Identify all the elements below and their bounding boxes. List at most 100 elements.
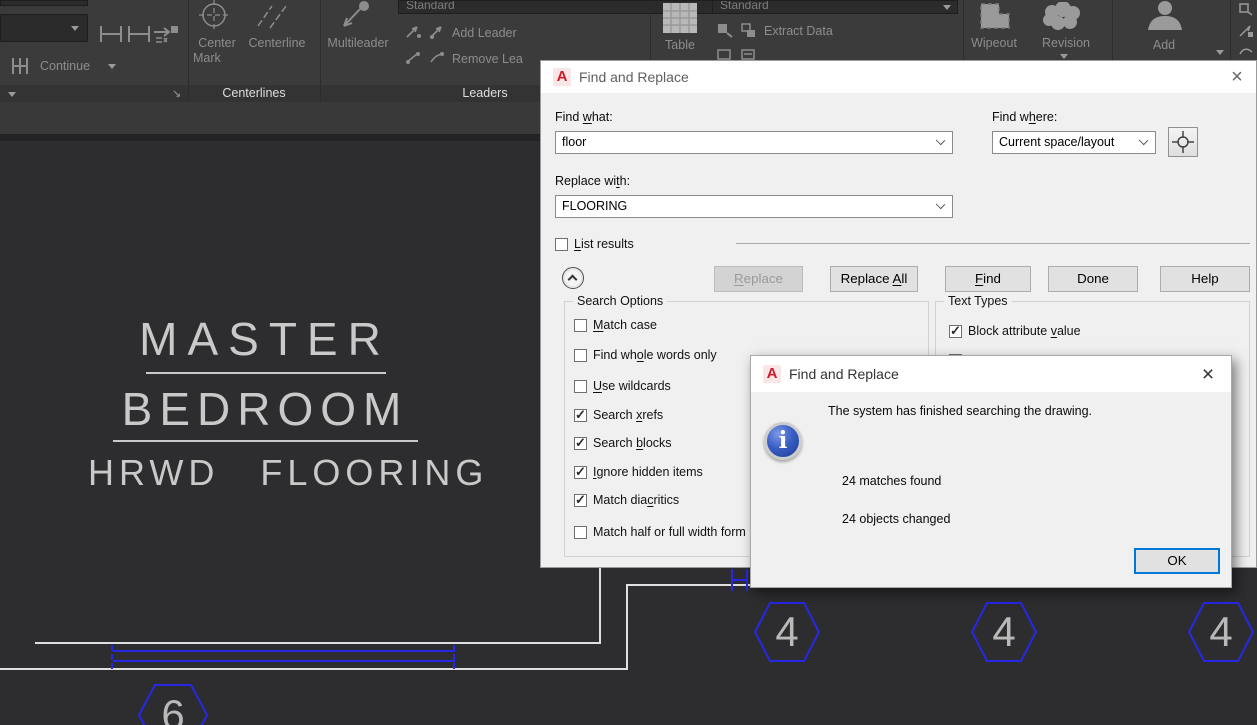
revision-cloud-icon[interactable] <box>1040 2 1084 32</box>
centerline-icon[interactable] <box>252 0 292 32</box>
center-mark-icon[interactable] <box>196 0 232 32</box>
extract-data-glyph-icon <box>716 22 734 38</box>
done-button[interactable]: Done <box>1048 266 1138 292</box>
keynote-hex-4c[interactable]: 4 <box>1188 602 1254 662</box>
wall-line <box>35 642 601 644</box>
objects-changed-text: 24 objects changed <box>842 512 950 526</box>
add-user-icon[interactable] <box>1144 0 1186 32</box>
revision-dropdown-icon[interactable] <box>1060 54 1068 59</box>
message-titlebar[interactable]: A Find and Replace × <box>751 356 1231 392</box>
keynote-hex-6[interactable]: 6 <box>138 684 208 725</box>
checkbox-icon <box>949 325 962 338</box>
checkbox-icon <box>574 319 587 332</box>
window-tick <box>111 645 113 669</box>
replace-all-button[interactable]: Replace All <box>830 266 918 292</box>
centerlines-panel-label: Centerlines <box>188 86 320 100</box>
find-replace-message-dialog: A Find and Replace × The system has fini… <box>750 355 1232 588</box>
add-leader-glyph-icon <box>404 24 422 40</box>
ok-button[interactable]: OK <box>1134 548 1220 574</box>
chevron-down-icon <box>71 26 79 31</box>
panel-dropdown-icon[interactable] <box>8 92 16 97</box>
remove-leader-glyph-icon <box>404 50 422 66</box>
link-data-icon[interactable] <box>740 48 758 60</box>
wall-line <box>626 584 628 670</box>
select-objects-button[interactable] <box>1168 127 1198 157</box>
markup-import-icon[interactable] <box>1238 2 1254 16</box>
chevron-down-icon <box>1139 136 1148 145</box>
window-symbol-line <box>731 579 748 581</box>
keynote-hex-4a[interactable]: 4 <box>754 602 820 662</box>
message-dialog-title: Find and Replace <box>789 366 899 382</box>
extract-data-button[interactable]: Extract Data <box>764 24 833 38</box>
find-where-label: Find where: <box>992 110 1057 124</box>
chevron-up-icon <box>568 275 578 285</box>
wall-line <box>0 668 628 670</box>
cad-underline-bedroom <box>113 440 418 442</box>
dim-layer-combo[interactable] <box>0 14 88 42</box>
checkbox-icon <box>574 349 587 362</box>
revision-cloud-button[interactable]: Revision <box>1032 36 1100 51</box>
window-line <box>113 660 455 662</box>
panel-expand-icon[interactable]: ↘ <box>172 87 181 100</box>
continue-button[interactable]: Continue <box>40 59 90 73</box>
replace-with-label: Replace with: <box>555 174 630 188</box>
table-style-combo[interactable]: Standard <box>712 0 958 14</box>
message-text: The system has finished searching the dr… <box>828 404 1092 418</box>
centerline-button[interactable]: Centerline <box>244 36 310 51</box>
cad-text-bedroom[interactable]: BEDROOM <box>100 382 430 436</box>
autocad-logo-icon: A <box>553 68 571 86</box>
checkbox-icon <box>555 238 568 251</box>
dim-baseline-icon[interactable] <box>126 22 152 46</box>
remove-leader-button[interactable]: Remove Lea <box>452 52 523 66</box>
dialog-title: Find and Replace <box>579 69 689 85</box>
checkbox-icon <box>574 494 587 507</box>
add-dropdown-icon[interactable] <box>1216 50 1224 55</box>
cad-text-hrwd-flooring[interactable]: HRWD FLOORING <box>88 452 448 494</box>
find-what-label: Find what: <box>555 110 613 124</box>
find-where-combo[interactable]: Current space/layout <box>992 131 1156 154</box>
cad-underline-master <box>146 372 386 374</box>
close-icon[interactable]: × <box>1195 363 1221 387</box>
wipeout-icon[interactable] <box>975 0 1015 32</box>
dim-update-icon[interactable] <box>152 22 180 46</box>
separator-line <box>736 243 1250 244</box>
replace-button[interactable]: Replace <box>714 266 803 292</box>
table-icon[interactable] <box>662 2 698 34</box>
keynote-hex-4b[interactable]: 4 <box>971 602 1037 662</box>
trace-icon[interactable] <box>1238 46 1254 58</box>
dim-style-combo-top[interactable] <box>0 0 88 6</box>
add-leader-icon[interactable] <box>428 24 446 40</box>
wipeout-button[interactable]: Wipeout <box>962 36 1026 51</box>
replace-with-combo[interactable]: FLOORING <box>555 195 953 218</box>
text-types-legend: Text Types <box>944 294 1012 308</box>
find-replace-titlebar[interactable]: A Find and Replace × <box>541 61 1256 93</box>
continue-dimension-icon[interactable] <box>10 56 34 76</box>
cad-text-master[interactable]: MASTER <box>120 312 410 366</box>
info-icon <box>764 422 802 460</box>
extract-data-icon[interactable] <box>740 22 758 38</box>
center-mark-button[interactable]: Center Mark <box>188 36 246 66</box>
checkbox-icon <box>574 380 587 393</box>
matches-found-text: 24 matches found <box>842 474 941 488</box>
multileader-button[interactable]: Multileader <box>320 36 396 51</box>
add-leader-button[interactable]: Add Leader <box>452 26 517 40</box>
dim-linear-icon[interactable] <box>98 22 124 46</box>
markup-assist-icon[interactable] <box>1238 24 1254 38</box>
search-options-legend: Search Options <box>573 294 667 308</box>
window-line <box>113 650 455 652</box>
continue-dropdown-icon[interactable] <box>108 64 116 69</box>
find-button[interactable]: Find <box>945 266 1031 292</box>
help-button[interactable]: Help <box>1160 266 1250 292</box>
close-icon[interactable]: × <box>1224 65 1250 89</box>
autocad-logo-icon: A <box>763 365 781 383</box>
multileader-icon[interactable] <box>334 0 372 32</box>
checkbox-icon <box>574 437 587 450</box>
find-what-combo[interactable]: floor <box>555 131 953 154</box>
add-user-button[interactable]: Add <box>1140 38 1188 53</box>
table-button[interactable]: Table <box>656 38 704 53</box>
link-data-glyph-icon <box>716 48 734 60</box>
checkbox-icon <box>574 409 587 422</box>
collapse-options-button[interactable] <box>562 267 584 289</box>
pick-point-icon <box>1169 128 1197 156</box>
remove-leader-icon[interactable] <box>428 50 446 66</box>
